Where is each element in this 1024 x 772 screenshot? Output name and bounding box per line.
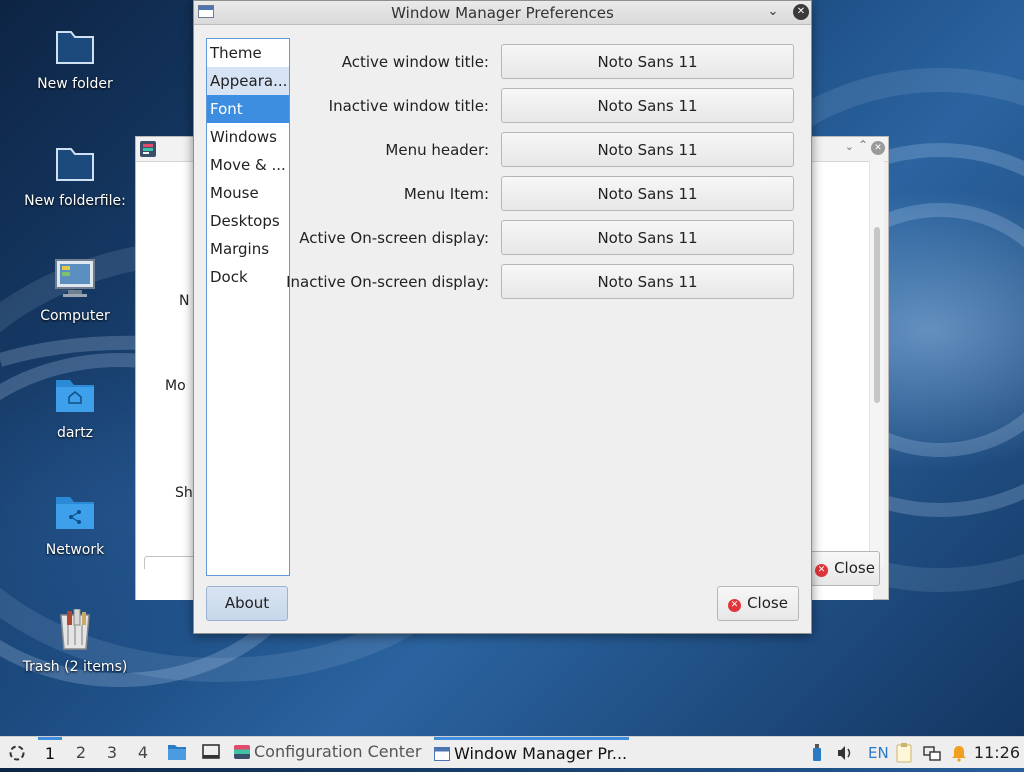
- file-manager-icon[interactable]: [167, 737, 187, 769]
- scrollbar-thumb[interactable]: [874, 227, 880, 403]
- keyboard-layout-indicator[interactable]: EN: [868, 737, 889, 769]
- inactive-window-title-font-button[interactable]: Noto Sans 11: [501, 88, 794, 123]
- workspace-1[interactable]: 1: [38, 737, 62, 772]
- computer-icon: [53, 258, 97, 302]
- nav-item-font[interactable]: Font: [207, 95, 289, 123]
- network-folder-icon: [53, 492, 97, 536]
- task-label: Configuration Center: [254, 742, 422, 761]
- partial-label: Mo: [165, 378, 186, 394]
- font-row-active-window-title: Active window title: Noto Sans 11: [294, 44, 794, 80]
- minimize-icon[interactable]: ⌄: [765, 4, 781, 20]
- desktop-icon-label: New folderfile:: [24, 193, 126, 209]
- nav-item-windows[interactable]: Windows: [207, 123, 289, 151]
- task-label: Window Manager Pr...: [454, 744, 628, 763]
- desktop-icon-trash[interactable]: Trash (2 items): [14, 608, 136, 675]
- minimize-icon[interactable]: ⌄: [845, 140, 854, 153]
- trash-icon: [53, 608, 97, 653]
- close-icon: ✕: [815, 564, 829, 577]
- dialog-title: Window Manager Preferences: [391, 4, 614, 22]
- font-row-menu-header: Menu header: Noto Sans 11: [294, 132, 794, 168]
- font-row-label: Inactive window title:: [328, 97, 489, 115]
- desktop-icon-label: dartz: [56, 425, 94, 441]
- inactive-osd-font-button[interactable]: Noto Sans 11: [501, 264, 794, 299]
- desktop-icon-new-folder[interactable]: New folder: [14, 26, 136, 92]
- desktop-icon-network[interactable]: Network: [14, 492, 136, 558]
- close-button[interactable]: ✕ Close: [717, 586, 799, 621]
- active-window-title-font-button[interactable]: Noto Sans 11: [501, 44, 794, 79]
- clipboard-icon[interactable]: [895, 737, 913, 769]
- about-button[interactable]: About: [206, 586, 288, 621]
- desktop-icon-label: Network: [45, 542, 105, 558]
- clock[interactable]: 11:26: [974, 737, 1020, 769]
- workspace-4[interactable]: 4: [132, 737, 154, 769]
- nav-item-mouse[interactable]: Mouse: [207, 179, 289, 207]
- nav-item-move-resize[interactable]: Move & ...: [207, 151, 289, 179]
- font-row-label: Active window title:: [341, 53, 489, 71]
- font-row-label: Active On-screen display:: [299, 229, 489, 247]
- font-row-menu-item: Menu Item: Noto Sans 11: [294, 176, 794, 212]
- task-configuration-center[interactable]: Configuration Center: [234, 737, 424, 769]
- volume-icon[interactable]: [836, 737, 854, 769]
- maximize-icon[interactable]: ⌃: [858, 138, 868, 152]
- desktop-icon-new-folderfile[interactable]: New folderfile:: [14, 143, 136, 209]
- window-icon: [434, 747, 450, 761]
- desktop-icon-label: New folder: [37, 76, 113, 92]
- app-menu-icon[interactable]: [8, 737, 26, 769]
- workspace-2[interactable]: 2: [70, 737, 92, 769]
- nav-item-theme[interactable]: Theme: [207, 39, 289, 67]
- notification-bell-icon[interactable]: [950, 737, 968, 769]
- active-osd-font-button[interactable]: Noto Sans 11: [501, 220, 794, 255]
- desktop-icon-label: Computer: [40, 308, 110, 324]
- desktop-icon-dartz[interactable]: dartz: [14, 375, 136, 441]
- desktop-icon-label: Trash (2 items): [22, 659, 128, 675]
- removable-drive-icon[interactable]: [811, 737, 823, 769]
- menu-item-font-button[interactable]: Noto Sans 11: [501, 176, 794, 211]
- close-icon[interactable]: ✕: [871, 141, 885, 155]
- close-button-label: Close: [834, 559, 875, 577]
- font-row-label: Menu Item:: [403, 185, 489, 203]
- folder-icon: [53, 26, 97, 70]
- nav-item-desktops[interactable]: Desktops: [207, 207, 289, 235]
- font-row-label: Menu header:: [385, 141, 489, 159]
- close-icon: ✕: [728, 599, 742, 612]
- font-row-active-osd: Active On-screen display: Noto Sans 11: [294, 220, 794, 256]
- task-window-manager-preferences[interactable]: Window Manager Pr...: [434, 737, 629, 772]
- window-manager-preferences-dialog[interactable]: Window Manager Preferences ⌄ ✕ Theme App…: [193, 0, 812, 634]
- configuration-center-icon: [140, 141, 156, 157]
- desktop-icon-computer[interactable]: Computer: [14, 258, 136, 324]
- nav-item-margins[interactable]: Margins: [207, 235, 289, 263]
- folder-icon: [53, 143, 97, 187]
- workspace-3[interactable]: 3: [101, 737, 123, 769]
- font-row-inactive-window-title: Inactive window title: Noto Sans 11: [294, 88, 794, 124]
- nav-item-dock[interactable]: Dock: [207, 263, 289, 291]
- show-desktop-icon[interactable]: [202, 737, 220, 769]
- menu-header-font-button[interactable]: Noto Sans 11: [501, 132, 794, 167]
- font-row-inactive-osd: Inactive On-screen display: Noto Sans 11: [286, 264, 794, 300]
- taskbar: 1 2 3 4 Configuration Center Window Mana…: [0, 736, 1024, 768]
- close-button-label: Close: [747, 594, 788, 612]
- configuration-center-icon: [234, 745, 250, 759]
- dialog-titlebar[interactable]: Window Manager Preferences ⌄ ✕: [194, 1, 811, 25]
- close-icon[interactable]: ✕: [793, 4, 809, 20]
- partial-label: N: [179, 293, 190, 309]
- home-folder-icon: [53, 375, 97, 419]
- network-status-icon[interactable]: [923, 737, 941, 769]
- font-row-label: Inactive On-screen display:: [286, 273, 489, 291]
- partial-label: Sh: [175, 485, 193, 501]
- category-list[interactable]: Theme Appeara... Font Windows Move & ...…: [206, 38, 290, 576]
- close-button[interactable]: ✕ Close: [810, 551, 880, 586]
- nav-item-appearance[interactable]: Appeara...: [207, 67, 289, 95]
